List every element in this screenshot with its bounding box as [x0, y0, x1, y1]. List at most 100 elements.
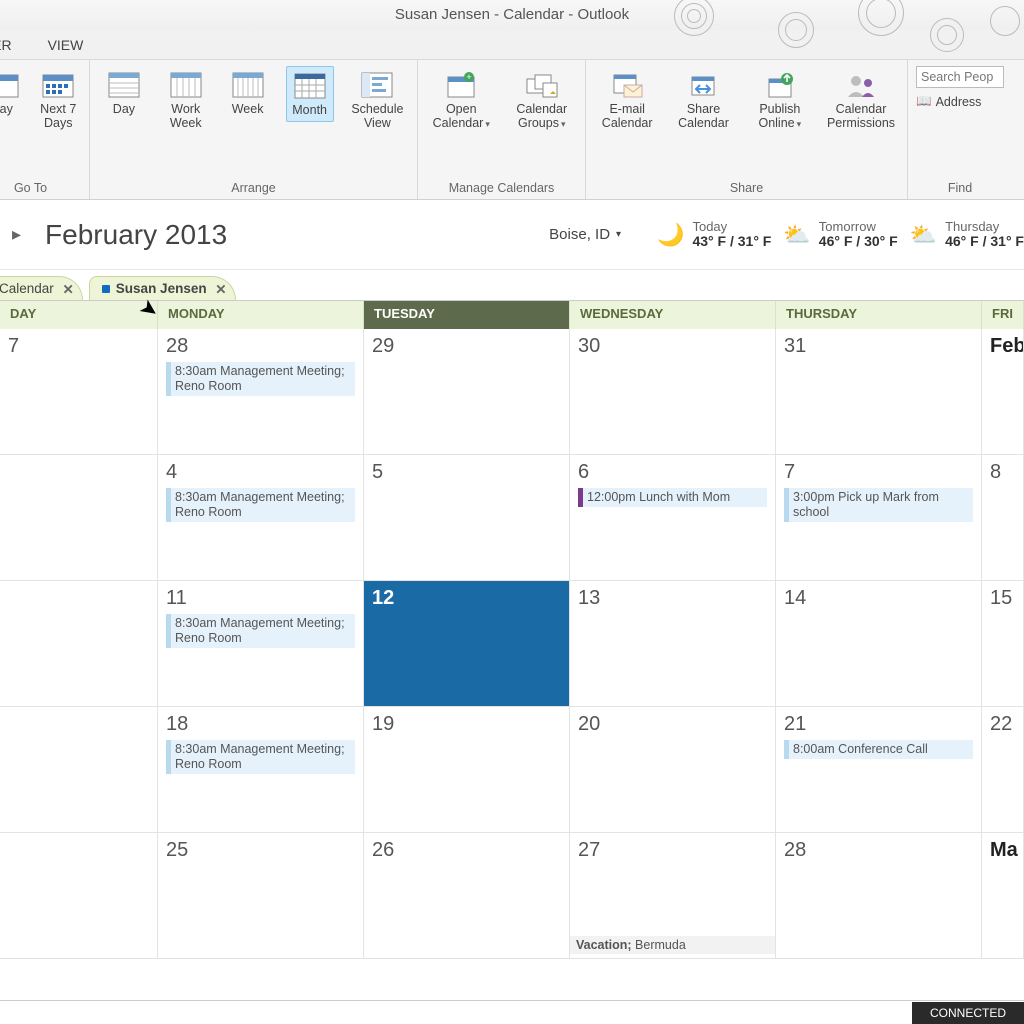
next7days-button[interactable]: Next 7 Days [38, 66, 80, 135]
calendar-cell[interactable]: 7 [0, 329, 158, 455]
calendar-cell[interactable]: 20 [570, 707, 776, 833]
day-number: 21 [784, 713, 973, 736]
label: Schedule View [351, 102, 403, 131]
calendar-cell[interactable]: 15 [982, 581, 1024, 707]
week-icon [231, 70, 265, 100]
search-people-input[interactable] [916, 66, 1004, 88]
location-picker[interactable]: Boise, ID ▾ [549, 226, 621, 243]
close-tab-icon[interactable]: ✕ [215, 282, 226, 298]
day-number: 11 [166, 587, 355, 610]
share-calendar-button[interactable]: Share Calendar [672, 66, 734, 135]
calendar-cell[interactable]: 8 [982, 455, 1024, 581]
calendar-cell[interactable]: 14 [776, 581, 982, 707]
day-number: 7 [784, 461, 973, 484]
calendar-cell[interactable]: 19 [364, 707, 570, 833]
calendar-today-icon [0, 70, 20, 100]
schedule-view-button[interactable]: Schedule View [348, 66, 407, 135]
label: Calendar Groups▾ [516, 102, 567, 131]
calendar-cell[interactable]: 29 [364, 329, 570, 455]
calendar-cell[interactable]: 612:00pm Lunch with Mom [570, 455, 776, 581]
calendar-cell[interactable]: Feb [982, 329, 1024, 455]
calendar-cell[interactable]: 30 [570, 329, 776, 455]
partly-cloudy-icon: ⛅ [910, 222, 937, 248]
calendar-grid[interactable]: 7288:30am Management Meeting; Reno Room2… [0, 329, 1024, 959]
day-header: TUESDAY [364, 301, 570, 329]
chevron-down-icon: ▾ [616, 229, 621, 240]
workweek-view-button[interactable]: Work Week [162, 66, 210, 135]
week-view-button[interactable]: Week [224, 66, 272, 120]
calendar-event[interactable]: 8:00am Conference Call [784, 740, 973, 759]
decorative-swirl [990, 6, 1020, 36]
month-view-button[interactable]: Month [286, 66, 334, 122]
day-header: WEDNESDAY [570, 301, 776, 329]
chevron-down-icon: ▾ [485, 119, 490, 129]
day-number: 8 [990, 461, 1015, 484]
calendar-event[interactable]: 12:00pm Lunch with Mom [578, 488, 767, 507]
calendar-cell[interactable]: 31 [776, 329, 982, 455]
calendar-event[interactable]: 8:30am Management Meeting; Reno Room [166, 614, 355, 648]
permissions-icon [844, 70, 878, 100]
calendar-header: ▸ February 2013 Boise, ID▾ 🌙 Today43° F … [0, 200, 1024, 270]
calendar-cell[interactable] [0, 833, 158, 959]
label: Thursday [945, 220, 1024, 234]
day-number: Ma [990, 839, 1015, 862]
forecast-today: 🌙 Today43° F / 31° F [657, 220, 771, 250]
calendar-cell[interactable]: 48:30am Management Meeting; Reno Room [158, 455, 364, 581]
temp: 46° F / 30° F [819, 234, 898, 249]
allday-event[interactable]: Vacation; Bermuda [570, 936, 775, 954]
calendar-cell[interactable]: 26 [364, 833, 570, 959]
calendar-groups-button[interactable]: Calendar Groups▾ [509, 66, 576, 135]
schedule-icon [360, 70, 394, 100]
calendar-cell[interactable] [0, 581, 158, 707]
calendar-cell[interactable]: 22 [982, 707, 1024, 833]
calendar-event[interactable]: 8:30am Management Meeting; Reno Room [166, 740, 355, 774]
day-icon [107, 70, 141, 100]
next-month-button[interactable]: ▸ [12, 224, 21, 245]
partly-cloudy-icon: ⛅ [783, 222, 810, 248]
menu-bar: DER VIEW [0, 30, 1024, 60]
calendar-cell[interactable] [0, 455, 158, 581]
menu-view[interactable]: VIEW [48, 31, 98, 59]
day-number: 27 [578, 839, 767, 862]
day-view-button[interactable]: Day [100, 66, 148, 120]
tab-calendar[interactable]: Calendar ✕ [0, 276, 83, 300]
calendar-cell[interactable]: 27 Vacation; Bermuda [570, 833, 776, 959]
calendar-cell[interactable]: 12 [364, 581, 570, 707]
forecast-tomorrow: ⛅ Tomorrow46° F / 30° F [783, 220, 897, 250]
label: Calendar Permissions [827, 102, 895, 131]
label: Susan Jensen [116, 281, 207, 296]
open-calendar-button[interactable]: + Open Calendar▾ [428, 66, 495, 135]
email-calendar-button[interactable]: E-mail Calendar [596, 66, 658, 135]
day-headers: DAYMONDAYTUESDAYWEDNESDAYTHURSDAYFRI [0, 301, 1024, 329]
calendar-cell[interactable]: 13 [570, 581, 776, 707]
address-book-button[interactable]: 📖Address [916, 94, 1004, 109]
calendar-cell[interactable]: 288:30am Management Meeting; Reno Room [158, 329, 364, 455]
calendar-cell[interactable] [0, 707, 158, 833]
calendar-event[interactable]: 3:00pm Pick up Mark from school [784, 488, 973, 522]
menu-folder[interactable]: DER [0, 31, 26, 59]
calendar-cell[interactable]: 7 3:00pm Pick up Mark from school [776, 455, 982, 581]
close-tab-icon[interactable]: ✕ [62, 282, 73, 298]
calendar-tabs: Calendar ✕ Susan Jensen ✕ [0, 269, 1024, 301]
day-header: THURSDAY [776, 301, 982, 329]
find-group: 📖Address Find [908, 60, 1004, 199]
forecast-thursday: ⛅ Thursday46° F / 31° F [910, 220, 1024, 250]
label: Calendar [0, 281, 54, 296]
calendar-cell[interactable]: 28 [776, 833, 982, 959]
label: Boise, ID [549, 226, 610, 243]
calendar-event[interactable]: 8:30am Management Meeting; Reno Room [166, 488, 355, 522]
today-button[interactable]: day [0, 66, 24, 120]
label: Tomorrow [819, 220, 898, 234]
calendar-cell[interactable]: 11 8:30am Management Meeting; Reno Room [158, 581, 364, 707]
calendar-event[interactable]: 8:30am Management Meeting; Reno Room [166, 362, 355, 396]
label: Week [232, 102, 264, 116]
calendar-cell[interactable]: 188:30am Management Meeting; Reno Room [158, 707, 364, 833]
publish-online-button[interactable]: Publish Online▾ [749, 66, 811, 135]
calendar-permissions-button[interactable]: Calendar Permissions [825, 66, 897, 135]
calendar-cell[interactable]: 21 8:00am Conference Call [776, 707, 982, 833]
calendar-cell[interactable]: 5 [364, 455, 570, 581]
calendar-cell[interactable]: Ma [982, 833, 1024, 959]
group-label-goto: Go To [0, 181, 79, 197]
calendar-cell[interactable]: 25 [158, 833, 364, 959]
tab-susan-jensen[interactable]: Susan Jensen ✕ [89, 276, 236, 300]
